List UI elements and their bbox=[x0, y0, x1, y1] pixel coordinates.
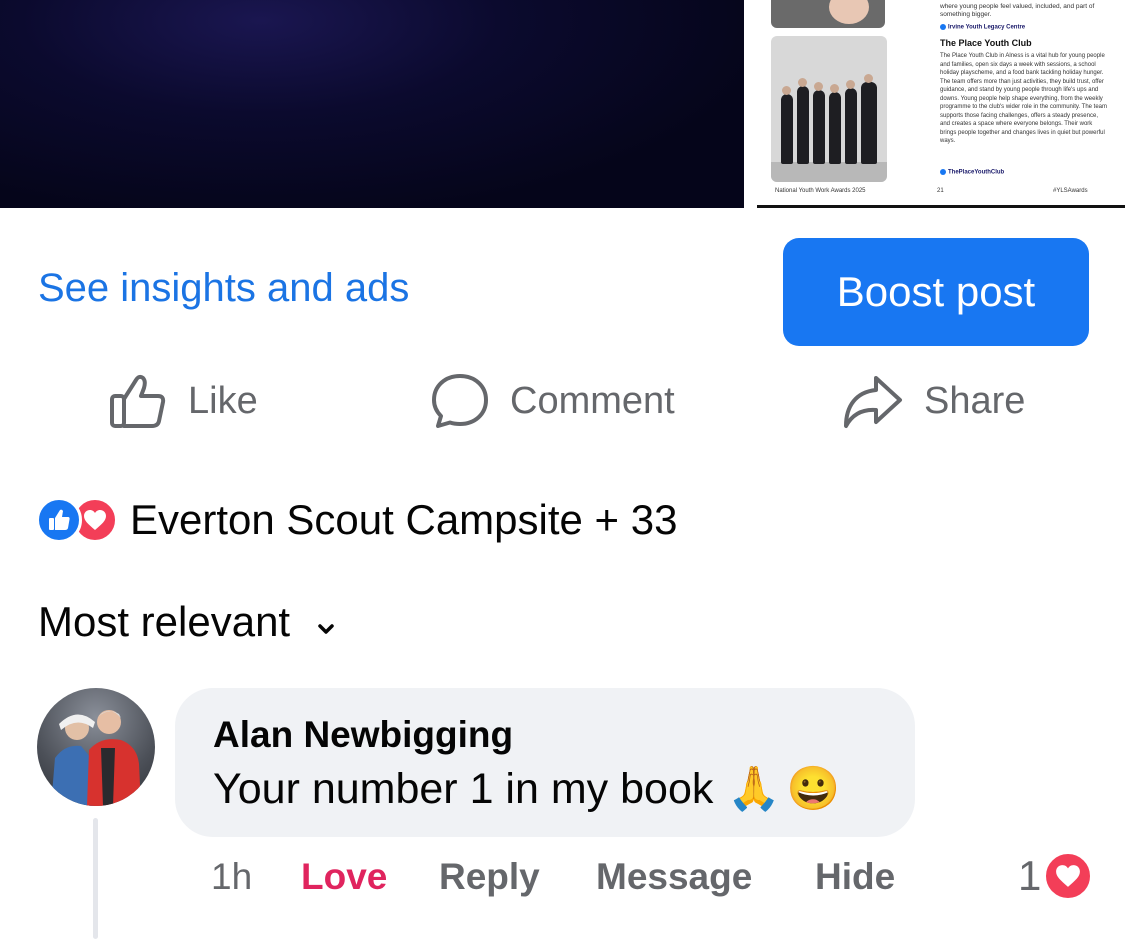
chevron-down-icon bbox=[290, 598, 336, 646]
figure-head bbox=[798, 78, 807, 87]
document-link-2: ThePlaceYouthClub bbox=[940, 169, 1004, 176]
grinning-face-emoji-icon: 😀 bbox=[786, 765, 841, 813]
love-reaction-icon bbox=[1043, 851, 1094, 901]
like-label: Like bbox=[188, 379, 258, 422]
figure-head bbox=[830, 84, 839, 93]
share-arrow-icon bbox=[842, 372, 904, 430]
comment-bubble[interactable]: Alan Newbigging Your number 1 in my book… bbox=[175, 688, 915, 837]
figure-3 bbox=[813, 90, 825, 164]
person-face bbox=[829, 0, 869, 24]
speech-bubble-icon bbox=[430, 372, 490, 430]
folded-hands-emoji-icon: 🙏 bbox=[727, 765, 781, 813]
reply-thread-line bbox=[93, 818, 98, 939]
document-club-title: The Place Youth Club bbox=[940, 38, 1032, 48]
comment-body: Your number 1 in my book bbox=[213, 764, 714, 813]
commenter-avatar[interactable] bbox=[37, 688, 155, 806]
reactions-summary-text: Everton Scout Campsite + 33 bbox=[130, 496, 678, 543]
document-top-photo bbox=[771, 0, 885, 28]
comment-timestamp: 1h bbox=[211, 856, 253, 897]
post-photo-document-page[interactable]: where young people feel valued, included… bbox=[757, 0, 1125, 208]
comment-label: Comment bbox=[510, 379, 675, 422]
share-label: Share bbox=[924, 379, 1026, 422]
figure-head bbox=[782, 86, 791, 95]
document-footer-left: National Youth Work Awards 2025 bbox=[775, 188, 866, 194]
document-intro-text: where young people feel valued, included… bbox=[940, 3, 1095, 19]
figure-4 bbox=[829, 92, 841, 164]
comment-reply-button[interactable]: Reply bbox=[439, 856, 540, 898]
photo-floor bbox=[771, 162, 887, 182]
figure-6 bbox=[861, 82, 877, 164]
like-reaction-icon bbox=[36, 497, 82, 543]
document-footer-right: #YLSAwards bbox=[1053, 188, 1088, 194]
comment-sort-dropdown[interactable]: Most relevant bbox=[38, 598, 336, 646]
figure-1 bbox=[781, 94, 793, 164]
post-photo-dark[interactable] bbox=[0, 0, 744, 208]
figure-head bbox=[846, 80, 855, 89]
see-insights-link[interactable]: See insights and ads bbox=[38, 266, 409, 311]
boost-post-button[interactable]: Boost post bbox=[783, 238, 1089, 346]
comment-reaction-count[interactable]: 1 bbox=[1018, 851, 1094, 901]
comment-love-button[interactable]: Love bbox=[301, 856, 387, 898]
document-group-photo bbox=[771, 36, 887, 182]
like-button[interactable]: Like bbox=[108, 372, 258, 430]
sort-label: Most relevant bbox=[38, 598, 291, 645]
document-link-1: Irvine Youth Legacy Centre bbox=[940, 24, 1025, 31]
comment-text: Your number 1 in my book 🙏 😀 bbox=[213, 764, 840, 814]
reaction-count-number: 1 bbox=[1018, 852, 1042, 899]
figure-head bbox=[814, 82, 823, 91]
thumbs-up-icon bbox=[108, 372, 168, 430]
reactions-summary[interactable]: Everton Scout Campsite + 33 bbox=[36, 496, 677, 544]
comment-message-button[interactable]: Message bbox=[596, 856, 752, 898]
figure-2 bbox=[797, 86, 809, 164]
comment-button[interactable]: Comment bbox=[430, 372, 675, 430]
document-page-number: 21 bbox=[937, 188, 944, 194]
comment-author-name[interactable]: Alan Newbigging bbox=[213, 714, 513, 756]
comment-hide-button[interactable]: Hide bbox=[815, 856, 895, 898]
document-club-body: The Place Youth Club in Alness is a vita… bbox=[940, 53, 1107, 144]
figure-5 bbox=[845, 88, 857, 164]
figure-head bbox=[864, 74, 873, 83]
share-button[interactable]: Share bbox=[842, 372, 1025, 430]
